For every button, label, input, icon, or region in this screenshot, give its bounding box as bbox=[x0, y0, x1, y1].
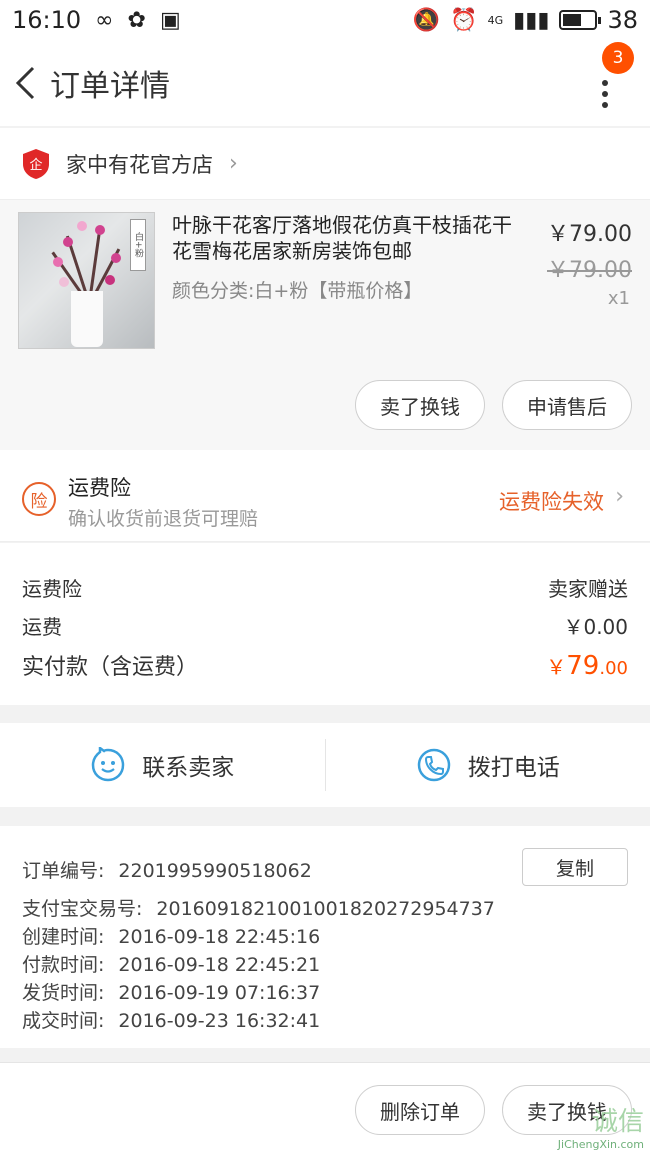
fee-label: 运费险 bbox=[22, 577, 82, 601]
alipay-trade-key: 支付宝交易号: bbox=[22, 898, 143, 920]
product-price: ￥79.00 bbox=[547, 222, 632, 247]
network-label: 4G bbox=[487, 13, 504, 27]
copy-button[interactable]: 复制 bbox=[522, 848, 628, 886]
total-amount: ￥79.00 bbox=[546, 651, 628, 681]
completed-time-value: 2016-09-23 16:32:41 bbox=[118, 1010, 321, 1032]
chevron-left-icon bbox=[15, 66, 35, 100]
shop-shield-icon: 企 bbox=[23, 148, 49, 179]
page-title: 订单详情 bbox=[50, 69, 170, 104]
nav-bar: 订单详情 3 bbox=[0, 40, 650, 126]
contact-bar: 联系卖家 拨打电话 bbox=[0, 723, 650, 807]
total-integer: 79 bbox=[566, 651, 600, 681]
back-button[interactable] bbox=[10, 63, 40, 103]
paid-time-key: 付款时间: bbox=[22, 954, 105, 976]
created-time-line: 创建时间: 2016-09-18 22:45:16 bbox=[22, 922, 320, 949]
order-item[interactable]: 白+粉 叶脉干花客厅落地假花仿真干枝插花干花雪梅花居家新房装饰包邮 颜色分类:白… bbox=[0, 200, 650, 450]
shop-row[interactable]: 企 家中有花官方店 › bbox=[0, 128, 650, 200]
chevron-right-icon: › bbox=[615, 484, 624, 509]
paid-time-line: 付款时间: 2016-09-18 22:45:21 bbox=[22, 950, 320, 977]
shipped-time-value: 2016-09-19 07:16:37 bbox=[118, 982, 321, 1004]
battery-level: 38 bbox=[607, 6, 638, 34]
contact-seller-button[interactable]: 联系卖家 bbox=[0, 723, 325, 807]
phone-icon bbox=[417, 748, 450, 782]
fee-value: 卖家赠送 bbox=[548, 577, 628, 601]
watermark-text: 诚信 bbox=[591, 1107, 644, 1137]
shop-name: 家中有花官方店 bbox=[66, 152, 213, 177]
fee-label: 运费 bbox=[22, 615, 62, 639]
dot-icon bbox=[602, 80, 608, 86]
insurance-status: 运费险失效 bbox=[499, 490, 604, 514]
product-quantity: x1 bbox=[607, 288, 630, 309]
call-phone-button[interactable]: 拨打电话 bbox=[326, 723, 650, 807]
signal-icon: ▮▮▮ bbox=[513, 7, 550, 33]
notification-badge: 3 bbox=[602, 42, 634, 74]
shop-logo-text: 企 bbox=[29, 157, 42, 173]
created-time-value: 2016-09-18 22:45:16 bbox=[118, 926, 321, 948]
battery-icon bbox=[559, 10, 602, 30]
dot-icon bbox=[602, 102, 608, 108]
contact-seller-label: 联系卖家 bbox=[142, 755, 235, 781]
image-icon: ▣ bbox=[159, 7, 181, 33]
bottom-action-bar: 删除订单 卖了换钱 诚信 JiChengXin.com bbox=[0, 1062, 650, 1155]
shipped-time-key: 发货时间: bbox=[22, 982, 105, 1004]
total-decimal: .00 bbox=[599, 658, 628, 679]
insurance-subtitle: 确认收货前退货可理赔 bbox=[68, 508, 259, 530]
thumb-tag: 白+粉 bbox=[130, 219, 146, 271]
total-label: 实付款（含运费） bbox=[22, 655, 199, 680]
insurance-icon: 险 bbox=[22, 482, 56, 516]
infinity-icon: ∞ bbox=[95, 7, 114, 33]
completed-time-key: 成交时间: bbox=[22, 1010, 105, 1032]
insurance-title: 运费险 bbox=[68, 476, 131, 500]
alipay-trade-value: 2016091821001001820272954737 bbox=[156, 898, 495, 920]
paw-icon: ✿ bbox=[127, 7, 146, 33]
currency-symbol: ￥ bbox=[546, 655, 567, 679]
fee-value: ￥0.00 bbox=[563, 615, 628, 639]
product-title[interactable]: 叶脉干花客厅落地假花仿真干枝插花干花雪梅花居家新房装饰包邮 bbox=[172, 212, 524, 264]
order-number-line: 订单编号: 2201995990518062 bbox=[22, 856, 312, 883]
watermark-sub: JiChengXin.com bbox=[557, 1138, 644, 1151]
after-sale-button[interactable]: 申请售后 bbox=[502, 380, 632, 430]
status-time: 16:10 bbox=[12, 6, 82, 34]
mute-icon: 🔕 bbox=[412, 7, 441, 33]
chevron-right-icon: › bbox=[229, 151, 238, 176]
product-spec: 颜色分类:白+粉【带瓶价格】 bbox=[172, 280, 423, 302]
alipay-trade-line: 支付宝交易号: 2016091821001001820272954737 bbox=[22, 894, 495, 921]
fee-summary: 运费险 卖家赠送 运费 ￥0.00 实付款（含运费） ￥79.00 bbox=[0, 543, 650, 705]
fee-row: 运费险 卖家赠送 bbox=[22, 573, 628, 602]
original-price: ￥79.00 bbox=[547, 258, 632, 283]
dot-icon bbox=[602, 91, 608, 97]
delete-order-button[interactable]: 删除订单 bbox=[355, 1085, 485, 1135]
created-time-key: 创建时间: bbox=[22, 926, 105, 948]
status-bar: 16:10 ∞ ✿ ▣ 🔕 ⏰ 4G ▮▮▮ 38 bbox=[0, 0, 650, 40]
call-phone-label: 拨打电话 bbox=[467, 755, 560, 781]
order-info-section: 订单编号: 2201995990518062 复制 支付宝交易号: 20160918… bbox=[0, 826, 650, 1048]
fee-row: 运费 ￥0.00 bbox=[22, 611, 628, 640]
completed-time-line: 成交时间: 2016-09-23 16:32:41 bbox=[22, 1006, 320, 1033]
order-number-key: 订单编号: bbox=[22, 860, 105, 882]
chat-face-icon bbox=[91, 747, 125, 782]
shipped-time-line: 发货时间: 2016-09-19 07:16:37 bbox=[22, 978, 320, 1005]
watermark: 诚信 JiChengXin.com bbox=[558, 1101, 644, 1151]
shipping-insurance-row[interactable]: 险 运费险 确认收货前退货可理赔 运费险失效 › bbox=[0, 450, 650, 542]
sell-for-cash-button[interactable]: 卖了换钱 bbox=[355, 380, 485, 430]
paid-time-value: 2016-09-18 22:45:21 bbox=[118, 954, 321, 976]
order-number-value: 2201995990518062 bbox=[118, 860, 312, 882]
product-thumbnail[interactable]: 白+粉 bbox=[18, 212, 155, 349]
total-row: 实付款（含运费） ￥79.00 bbox=[22, 649, 628, 681]
alarm-icon: ⏰ bbox=[450, 7, 478, 33]
